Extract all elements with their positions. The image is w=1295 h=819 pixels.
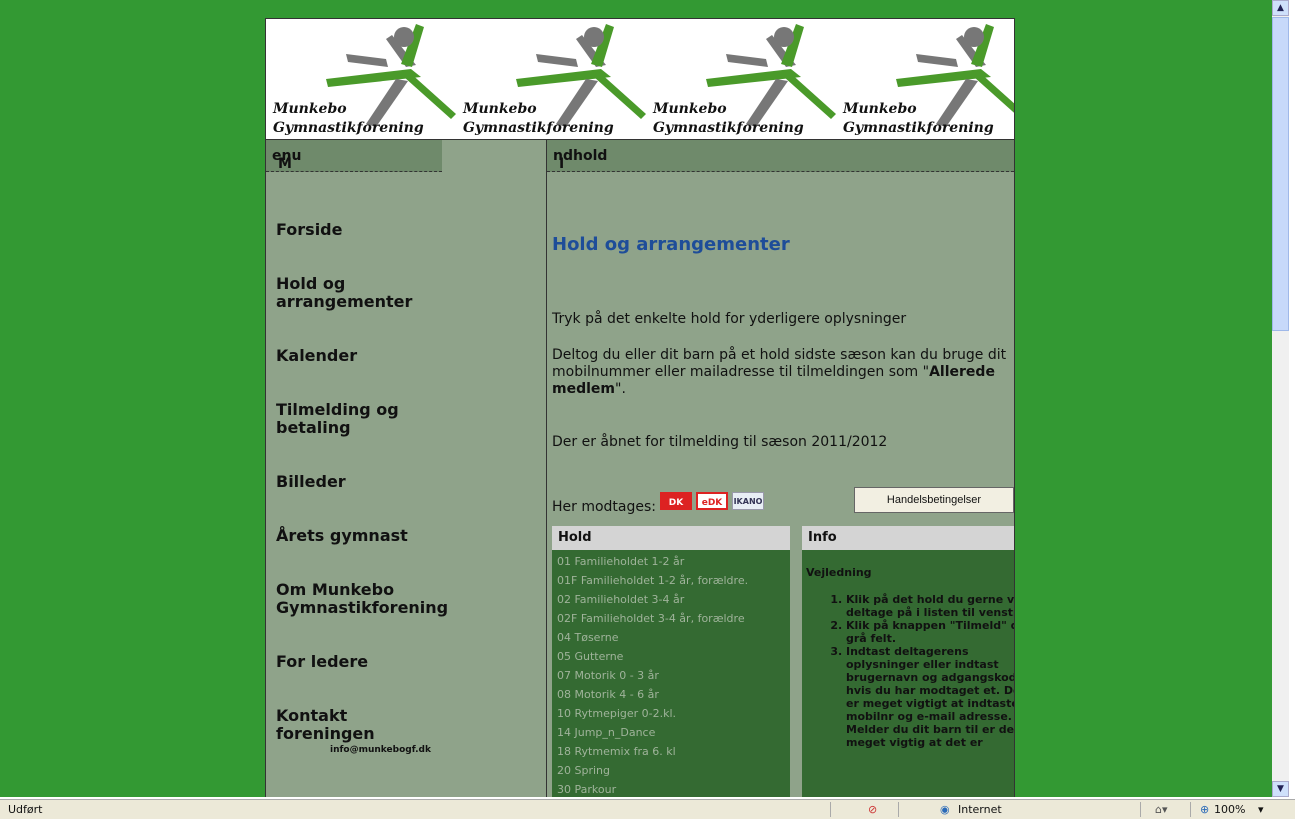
- content-heading: Indhold: [547, 140, 1014, 172]
- list-item[interactable]: 14 Jump_n_Dance: [552, 723, 790, 742]
- scroll-down-icon[interactable]: ▼: [1272, 781, 1289, 797]
- intro-text: Tryk på det enkelte hold for yderligere …: [552, 311, 907, 327]
- status-bar: Udført ⊘ ◉ Internet ⌂▾ ⊕ 100% ▾: [0, 799, 1295, 819]
- ikano-icon: IKANO: [732, 492, 765, 510]
- content-heading-cap: I: [559, 156, 565, 172]
- edankort-icon: eDK: [696, 492, 729, 510]
- dankort-icon: DK: [660, 492, 693, 510]
- divider: [830, 802, 831, 817]
- menu-heading: Menu: [266, 140, 442, 172]
- page-container: Munkebo Gymnastikforening Munkebo Gymnas…: [265, 18, 1015, 797]
- logo-line1: Munkebo: [273, 101, 347, 117]
- logo-line2: Gymnastikforening: [273, 120, 424, 136]
- menu-item-hold[interactable]: Hold og arrangementer: [276, 275, 426, 311]
- logo: Munkebo Gymnastikforening: [266, 19, 456, 139]
- info-step: Indtast deltagerens oplysninger eller in…: [846, 645, 1014, 749]
- menu-item-for-ledere[interactable]: For ledere: [276, 653, 451, 671]
- zoom-icon[interactable]: ⊕: [1200, 803, 1209, 816]
- logo-line1: Munkebo: [653, 101, 727, 117]
- browser-viewport: Munkebo Gymnastikforening Munkebo Gymnas…: [0, 0, 1272, 797]
- logo: Munkebo Gymnastikforening: [456, 19, 646, 139]
- list-item[interactable]: 04 Tøserne: [552, 628, 790, 647]
- member-info-post: ".: [615, 381, 626, 397]
- list-item[interactable]: 18 Rytmemix fra 6. kl: [552, 742, 790, 761]
- logo-line2: Gymnastikforening: [463, 120, 614, 136]
- divider: [1190, 802, 1191, 817]
- list-item[interactable]: 08 Motorik 4 - 6 år: [552, 685, 790, 704]
- page-title: Hold og arrangementer: [552, 234, 790, 255]
- logo-line1: Munkebo: [843, 101, 917, 117]
- list-item[interactable]: 02F Familieholdet 3-4 år, forældre: [552, 609, 790, 628]
- status-text: Udført: [8, 803, 43, 816]
- column-divider: [546, 140, 547, 797]
- list-item[interactable]: 05 Gutterne: [552, 647, 790, 666]
- list-item[interactable]: 01F Familieholdet 1-2 år, forældre.: [552, 571, 790, 590]
- terms-button[interactable]: Handelsbetingelser: [854, 487, 1014, 513]
- protected-mode-icon[interactable]: ⌂▾: [1155, 803, 1168, 816]
- info-panel-header: Info: [802, 526, 1014, 550]
- payment-methods: Her modtages: DK eDK IKANO: [552, 487, 765, 515]
- banner: Munkebo Gymnastikforening Munkebo Gymnas…: [266, 19, 1014, 140]
- payment-label: Her modtages:: [552, 499, 657, 515]
- info-step: Klik på knappen "Tilmeld" det grå felt.: [846, 619, 1014, 645]
- list-item[interactable]: 10 Rytmepiger 0-2.kl.: [552, 704, 790, 723]
- list-item[interactable]: 02 Familieholdet 3-4 år: [552, 590, 790, 609]
- info-title: Vejledning: [806, 566, 872, 579]
- menu-heading-cap: M: [278, 156, 292, 172]
- menu-item-forside[interactable]: Forside: [276, 221, 451, 239]
- logo: Munkebo Gymnastikforening: [836, 19, 1014, 139]
- zoom-dropdown-icon[interactable]: ▾: [1258, 803, 1264, 816]
- scroll-thumb[interactable]: [1272, 17, 1289, 331]
- hold-table: Hold 01 Familieholdet 1-2 år 01F Familie…: [552, 526, 790, 797]
- list-item[interactable]: 20 Spring: [552, 761, 790, 780]
- menu-item-kalender[interactable]: Kalender: [276, 347, 451, 365]
- season-text: Der er åbnet for tilmelding til sæson 20…: [552, 434, 888, 450]
- zone-text: Internet: [958, 803, 1002, 816]
- logo-line2: Gymnastikforening: [653, 120, 804, 136]
- privacy-icon[interactable]: ⊘: [868, 803, 877, 816]
- logo: Munkebo Gymnastikforening: [646, 19, 836, 139]
- zoom-level[interactable]: 100%: [1214, 803, 1245, 816]
- divider: [898, 802, 899, 817]
- list-item[interactable]: 01 Familieholdet 1-2 år: [552, 552, 790, 571]
- logo-line2: Gymnastikforening: [843, 120, 994, 136]
- menu-item-om[interactable]: Om Munkebo Gymnastikforening: [276, 581, 448, 617]
- contact-email-link[interactable]: info@munkebogf.dk: [330, 745, 431, 755]
- menu-item-tilmelding[interactable]: Tilmelding og betaling: [276, 401, 416, 437]
- list-item[interactable]: 30 Parkour: [552, 780, 790, 797]
- scroll-up-icon[interactable]: ▲: [1272, 0, 1289, 16]
- vertical-scrollbar[interactable]: ▲ ▼: [1272, 0, 1289, 797]
- info-step: Klik på det hold du gerne vil deltage på…: [846, 593, 1014, 619]
- globe-icon: ◉: [940, 803, 950, 816]
- hold-table-header: Hold: [552, 526, 790, 550]
- info-panel: Info Vejledning Klik på det hold du gern…: [802, 526, 1014, 797]
- menu-item-billeder[interactable]: Billeder: [276, 473, 451, 491]
- divider: [1140, 802, 1141, 817]
- menu-item-kontakt[interactable]: Kontakt foreningen: [276, 707, 386, 743]
- list-item[interactable]: 07 Motorik 0 - 3 år: [552, 666, 790, 685]
- member-info-text: Deltog du eller dit barn på et hold sids…: [552, 347, 1017, 398]
- logo-line1: Munkebo: [463, 101, 537, 117]
- menu-item-aarets-gymnast[interactable]: Årets gymnast: [276, 527, 451, 545]
